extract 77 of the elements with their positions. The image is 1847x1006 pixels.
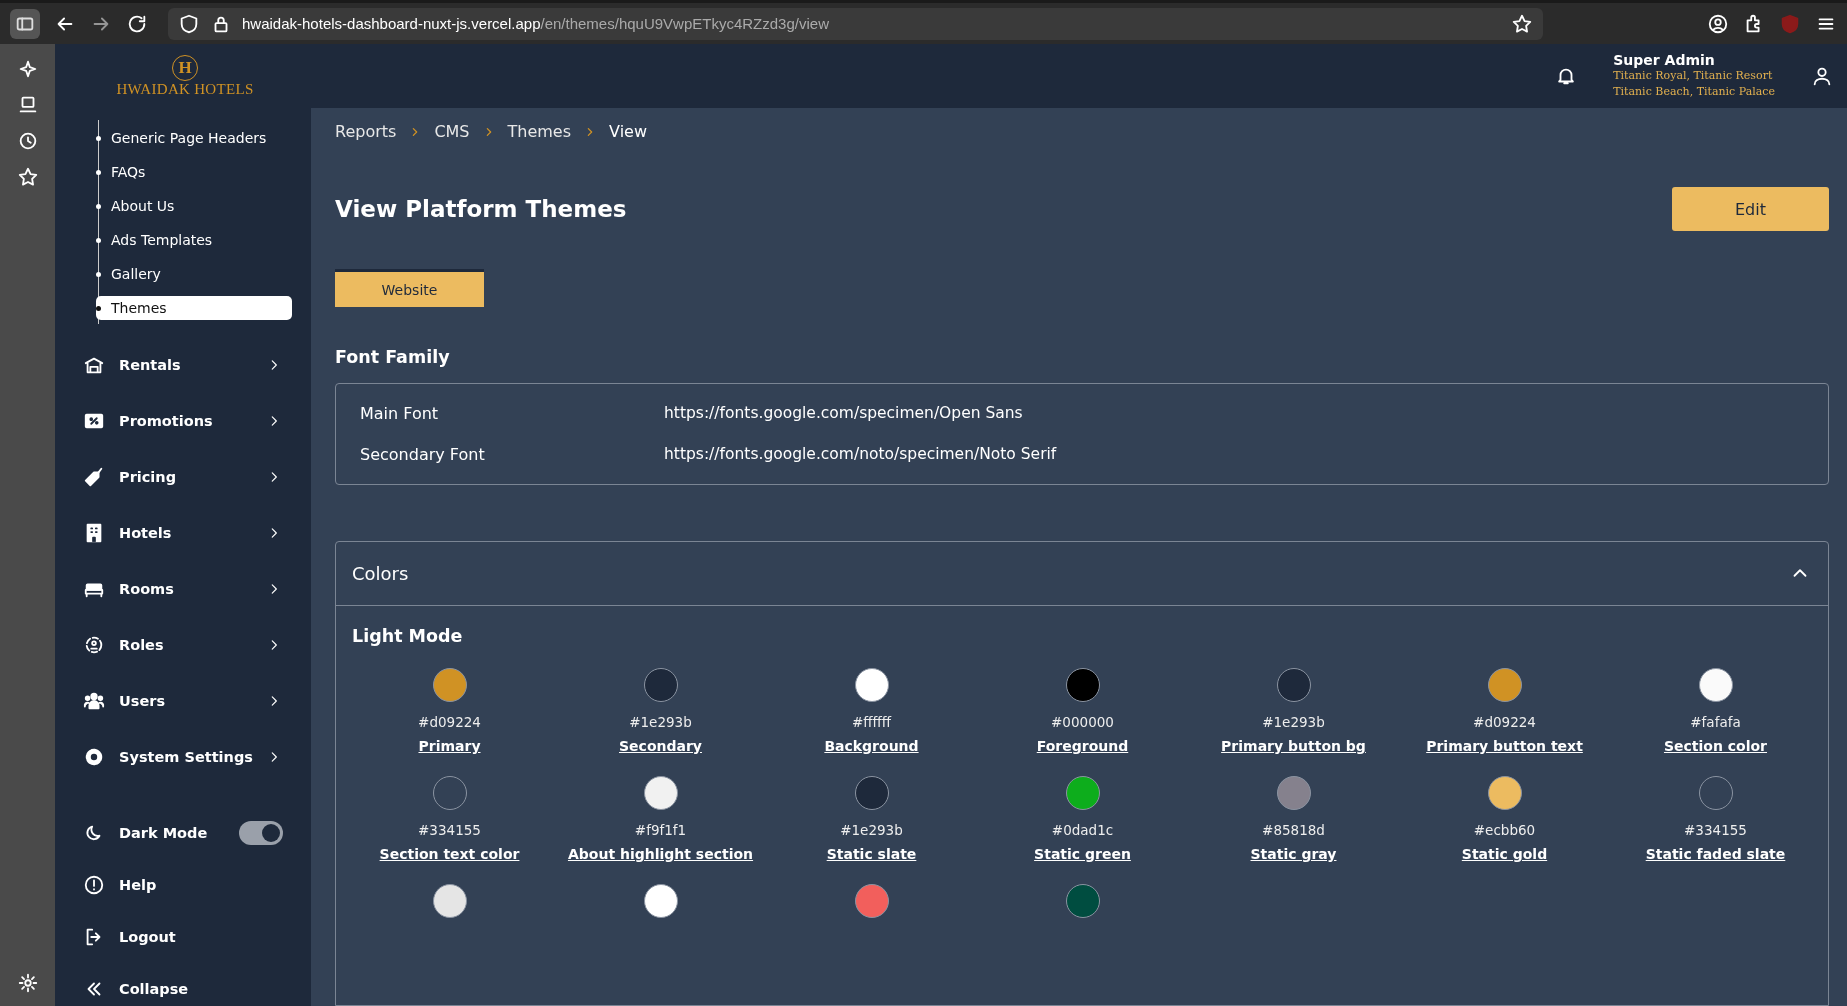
hex-code: #ecbb60 — [1473, 822, 1536, 838]
color-name-link[interactable]: Static gold — [1461, 846, 1548, 862]
star-icon[interactable] — [1511, 12, 1533, 35]
hex-code: #ffffff — [851, 714, 892, 730]
color-name-link[interactable]: Section text color — [379, 846, 520, 862]
shield-icon — [178, 12, 200, 35]
hotel-list: Titanic Royal, Titanic Resort — [1613, 68, 1775, 84]
hex-code: #fafafa — [1690, 714, 1741, 730]
hex-code: #d09224 — [418, 714, 481, 730]
user-name: Super Admin — [1613, 52, 1716, 68]
hotel-logo[interactable]: H HWAIDAK HOTELS — [110, 54, 260, 98]
nav-item[interactable]: Collapse — [83, 972, 283, 1006]
section-heading: Light Mode — [352, 626, 464, 646]
breadcrumb-link[interactable]: CMS — [434, 122, 470, 141]
sidebar-item[interactable]: Gallery — [96, 262, 292, 286]
field-label: Main Font — [360, 404, 440, 423]
color-name-link[interactable]: About highlight section — [567, 846, 754, 862]
color-name-link[interactable]: Primary button bg — [1221, 738, 1366, 754]
user-icon[interactable] — [1811, 65, 1833, 87]
hex-code: #334155 — [1684, 822, 1747, 838]
color-name-link[interactable]: Static gray — [1250, 846, 1337, 862]
dark-mode-toggle[interactable] — [239, 821, 283, 845]
dark-mode-label: Dark Mode — [119, 825, 208, 841]
field-value: https://fonts.google.com/specimen/Open Sans — [664, 404, 1024, 423]
user-badge-icon — [83, 634, 105, 656]
hex-code: #85818d — [1262, 822, 1325, 838]
hex-code: #1e293b — [629, 714, 692, 730]
color-name-link[interactable]: Static green — [1034, 846, 1131, 862]
sidebar-item[interactable]: Themes — [96, 296, 292, 320]
nav-item[interactable]: Pricing — [83, 460, 281, 494]
nav-item[interactable]: Users — [83, 684, 281, 718]
hotel-list: Titanic Beach, Titanic Palace — [1613, 84, 1775, 100]
color-name-link[interactable]: Static slate — [826, 846, 917, 862]
section-heading: Font Family — [335, 347, 451, 367]
nav-item[interactable]: Promotions — [83, 404, 281, 438]
hex-code: #1e293b — [1262, 714, 1325, 730]
sidebar-item[interactable]: FAQs — [96, 160, 292, 184]
users-icon — [83, 690, 105, 712]
color-name-link[interactable]: Secondary — [619, 738, 702, 754]
field-label: Secondary Font — [360, 445, 486, 464]
hex-code: #334155 — [418, 822, 481, 838]
nav-item[interactable]: Logout — [83, 920, 283, 954]
breadcrumb-current: View — [609, 122, 647, 141]
color-name-link[interactable]: Foreground — [1036, 738, 1129, 754]
color-name-link[interactable]: Primary button text — [1426, 738, 1583, 754]
field-value: https://fonts.google.com/noto/specimen/Noto Serif — [664, 445, 1058, 464]
breadcrumb-link[interactable]: Reports — [335, 122, 397, 141]
color-name-link[interactable]: Section color — [1663, 738, 1768, 754]
hex-code: #0dad1c — [1051, 822, 1114, 838]
hex-code: #000000 — [1051, 714, 1114, 730]
sidebar-item[interactable]: About Us — [96, 194, 292, 218]
nav-item[interactable]: Hotels — [83, 516, 281, 550]
hex-code: #f9f1f1 — [634, 822, 687, 838]
tab[interactable]: Website — [335, 269, 484, 307]
sidebar-item[interactable]: Ads Templates — [96, 228, 292, 252]
nav-item[interactable]: Rooms — [83, 572, 281, 606]
color-name-link[interactable]: Static faded slate — [1645, 846, 1786, 862]
color-name-link[interactable]: Primary — [418, 738, 481, 754]
edit-button[interactable]: Edit — [1672, 187, 1829, 231]
star-icon[interactable] — [16, 166, 39, 188]
color-name-link[interactable]: Background — [824, 738, 919, 754]
nav-item[interactable]: Rentals — [83, 348, 281, 382]
breadcrumb-link[interactable]: Themes — [507, 122, 572, 141]
panel-title: Colors — [352, 563, 410, 584]
sidebar-item[interactable]: Generic Page Headers — [96, 126, 292, 150]
hex-code: #1e293b — [840, 822, 903, 838]
nav-item[interactable]: Help — [83, 868, 283, 902]
page-title: View Platform Themes — [335, 196, 628, 222]
nav-item[interactable]: Roles — [83, 628, 281, 662]
help-icon — [83, 874, 105, 896]
account-icon[interactable] — [1707, 12, 1729, 35]
url-text: hwaidak-hotels-dashboard-nuxt-js.vercel.app/en/themes/hquU9VwpETkyc4RZzd3g/view — [242, 15, 830, 32]
price-tag-icon — [83, 466, 105, 488]
hex-code: #d09224 — [1473, 714, 1536, 730]
sidebar-toggle-button[interactable] — [10, 8, 40, 39]
nav-item[interactable]: System Settings — [83, 740, 281, 774]
address-bar[interactable]: hwaidak-hotels-dashboard-nuxt-js.vercel.app/en/themes/hquU9VwpETkyc4RZzd3g/view — [168, 7, 1543, 40]
